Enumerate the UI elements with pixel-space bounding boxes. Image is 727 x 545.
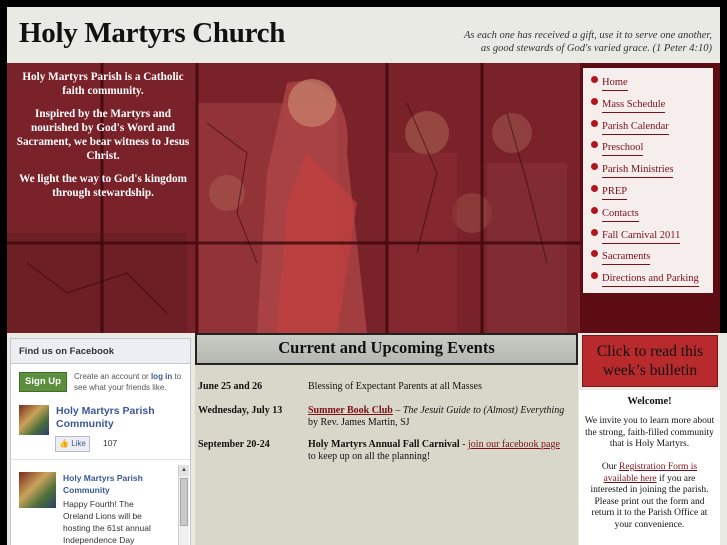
bullet-icon (591, 250, 598, 258)
nav-link[interactable]: Contacts (602, 207, 639, 222)
nav-list: Home Mass Schedule Parish Calendar Presc… (583, 68, 713, 290)
nav-link[interactable]: Sacraments (602, 250, 651, 266)
thumbs-up-icon: 👍 (59, 439, 69, 448)
event-text: by Rev. James Martin, SJ (308, 417, 410, 428)
quote-line-1: As each one has received a gift, use it … (463, 30, 712, 41)
like-count: 107 (103, 438, 118, 448)
facebook-panel: Find us on Facebook Sign Up Create an ac… (7, 333, 195, 545)
bullet-icon (591, 163, 598, 171)
main-navigation: Home Mass Schedule Parish Calendar Presc… (580, 63, 720, 333)
bullet-icon (591, 206, 598, 214)
nav-link[interactable]: Parish Ministries (602, 163, 674, 179)
feed-scrollbar[interactable]: ▲ (178, 465, 189, 545)
welcome-text: We invite you to learn more about the st… (584, 416, 715, 449)
nav-link[interactable]: Mass Schedule (602, 98, 666, 113)
events-title: Current and Upcoming Events (195, 333, 578, 365)
post-author[interactable]: Holy Martyrs Parish Community (63, 472, 158, 496)
bullet-icon (591, 184, 598, 192)
nav-link[interactable]: Fall Carnival 2011 (602, 229, 681, 244)
nav-item-directions[interactable]: Directions and Parking (588, 268, 713, 290)
nav-panel: Home Mass Schedule Parish Calendar Presc… (583, 68, 713, 293)
book-club-link[interactable]: Summer Book Club (308, 405, 393, 416)
nav-item-fall-carnival[interactable]: Fall Carnival 2011 (588, 225, 713, 247)
facebook-heading: Find us on Facebook (11, 339, 190, 364)
hero-stained-glass: Holy Martyrs Parish is a Catholic faith … (7, 63, 580, 333)
scroll-thumb[interactable] (180, 478, 188, 526)
nav-item-contacts[interactable]: Contacts (588, 203, 713, 225)
welcome-box: Welcome! We invite you to learn more abo… (579, 390, 720, 545)
post-text: Happy Fourth! The Oreland Lions will be … (63, 499, 151, 545)
post-thumbnail[interactable] (19, 472, 56, 508)
event-date: Wednesday, July 13 (198, 405, 283, 416)
nav-link[interactable]: Directions and Parking (602, 272, 699, 288)
login-link[interactable]: log in (151, 372, 172, 381)
bullet-icon (591, 97, 598, 105)
like-button[interactable]: 👍 Like (55, 436, 90, 452)
quote-line-2: as good stewards of God's varied grace. … (480, 43, 712, 54)
nav-link[interactable]: Home (602, 76, 628, 91)
book-title: The Jesuit Guide to (Almost) Everything (402, 405, 565, 416)
event-description: Summer Book Club – The Jesuit Guide to (… (308, 405, 570, 429)
facebook-create-text: Create an account or log in to see what … (74, 371, 189, 393)
like-label: Like (71, 439, 86, 448)
signup-button[interactable]: Sign Up (19, 372, 67, 392)
bulletin-label-2: week’s bulletin (602, 362, 698, 379)
nav-item-home[interactable]: Home (588, 72, 713, 94)
facebook-widget: Find us on Facebook Sign Up Create an ac… (10, 338, 191, 545)
bulletin-label-1: Click to read this (596, 343, 704, 360)
nav-item-sacraments[interactable]: Sacraments (588, 246, 713, 268)
event-dash: - (459, 439, 469, 450)
registration-pre: Our (601, 462, 620, 472)
event-text: to keep up on all the planning! (308, 451, 431, 462)
event-date: June 25 and 26 (198, 381, 263, 392)
divider (11, 459, 190, 460)
site-header: Holy Martyrs Church As each one has rece… (7, 7, 720, 63)
create-text: Create an account or (74, 372, 149, 381)
bullet-icon (591, 228, 598, 236)
bullet-icon (591, 119, 598, 127)
bullet-icon (591, 141, 598, 149)
site-title[interactable]: Holy Martyrs Church (19, 17, 285, 50)
right-column: Click to read this week’s bulletin Welco… (578, 333, 727, 545)
nav-item-parish-ministries[interactable]: Parish Ministries (588, 159, 713, 181)
mission-paragraph-3: We light the way to God's kingdom throug… (19, 173, 187, 199)
bulletin-button[interactable]: Click to read this week’s bulletin (582, 335, 718, 387)
facebook-page-name[interactable]: Holy Martyrs Parish Community (56, 405, 166, 431)
carnival-title: Holy Martyrs Annual Fall Carnival (308, 439, 460, 450)
nav-link[interactable]: Parish Calendar (602, 120, 669, 135)
mission-paragraph-2: Inspired by the Martyrs and nourished by… (16, 108, 190, 162)
page-thumbnail[interactable] (19, 405, 49, 435)
nav-link[interactable]: PREP (602, 185, 628, 200)
nav-item-prep[interactable]: PREP (588, 181, 713, 203)
nav-item-preschool[interactable]: Preschool (588, 137, 713, 159)
welcome-title: Welcome! (627, 396, 672, 407)
nav-item-parish-calendar[interactable]: Parish Calendar (588, 116, 713, 138)
registration-text: Our Registration Form is available here … (584, 462, 715, 531)
event-description: Holy Martyrs Annual Fall Carnival - join… (308, 439, 570, 463)
mission-statement: Holy Martyrs Parish is a Catholic faith … (13, 70, 193, 209)
scroll-up-icon[interactable]: ▲ (179, 465, 189, 476)
facebook-page-link[interactable]: join our facebook page (468, 439, 560, 450)
mission-paragraph-1: Holy Martyrs Parish is a Catholic faith … (22, 71, 184, 97)
bullet-icon (591, 272, 598, 280)
event-date: September 20-24 (198, 439, 270, 450)
nav-item-mass-schedule[interactable]: Mass Schedule (588, 94, 713, 116)
header-quote: As each one has received a gift, use it … (452, 29, 712, 55)
event-dash: – (392, 405, 403, 416)
event-description: Blessing of Expectant Parents at all Mas… (308, 381, 482, 392)
bullet-icon (591, 76, 598, 83)
nav-link[interactable]: Preschool (602, 141, 644, 157)
events-section: Current and Upcoming Events June 25 and … (195, 333, 578, 545)
